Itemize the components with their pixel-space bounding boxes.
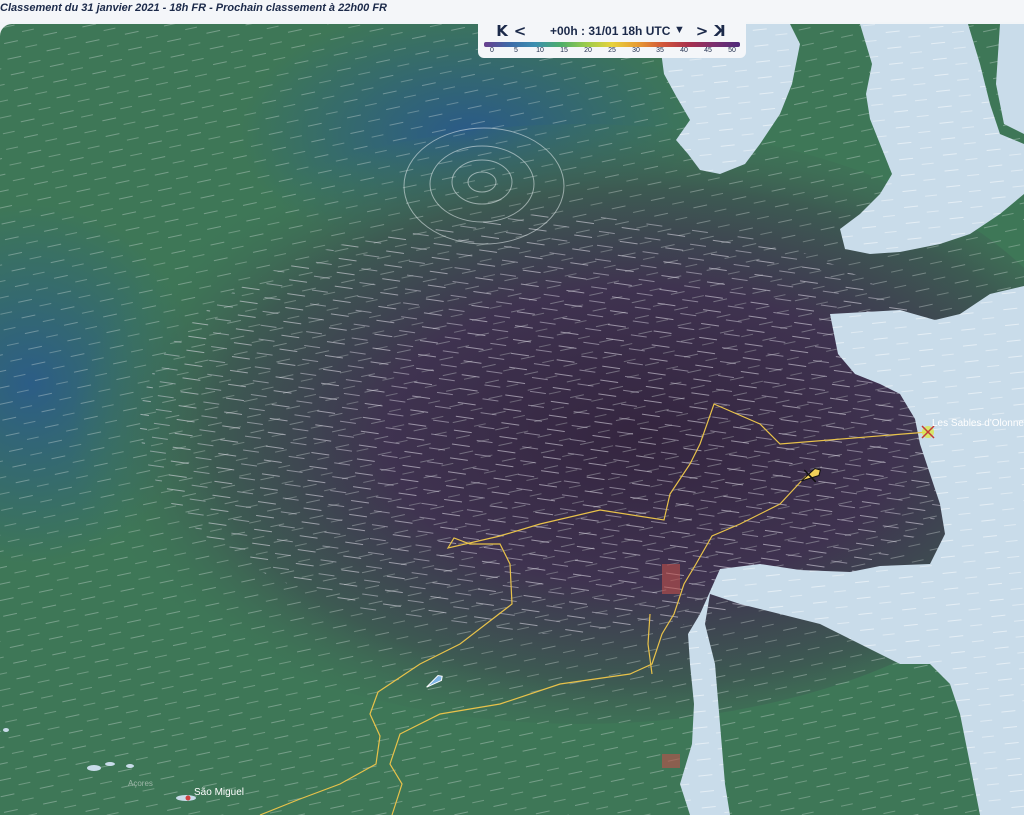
wind-map[interactable]: Les Sables d'Olonne São Miguel Açores	[0, 24, 1024, 815]
next-icon: >	[695, 22, 709, 40]
wind-scale-tick: 0	[490, 47, 494, 54]
previous-icon: <	[513, 22, 527, 40]
les-sables-label: Les Sables d'Olonne	[932, 418, 1024, 429]
skip-last-icon: K	[714, 22, 726, 40]
wind-scale-tick: 35	[656, 47, 664, 54]
timeline-control: K < +00h : 31/01 18h UTC ▼ > K 0 5 10 15 20 2…	[478, 22, 746, 58]
top-bar: Classement du 31 janvier 2021 - 18h FR -…	[0, 0, 1024, 22]
exclusion-zone-south	[662, 754, 680, 768]
ranking-info-text: Classement du 31 janvier 2021 - 18h FR -…	[0, 2, 387, 14]
next-button[interactable]: >	[694, 22, 710, 40]
wind-scale-tick: 20	[584, 47, 592, 54]
wind-scale-tick: 45	[704, 47, 712, 54]
skip-first-icon: K	[496, 22, 508, 40]
wind-scale-tick: 30	[632, 47, 640, 54]
sao-miguel-marker	[185, 795, 191, 801]
wind-scale-tick: 10	[536, 47, 544, 54]
wind-scale-tick: 40	[680, 47, 688, 54]
caret-down-icon[interactable]: ▼	[674, 24, 685, 36]
sao-miguel-label: São Miguel	[194, 787, 245, 798]
wind-particles-strong	[140, 214, 980, 634]
wind-scale-labels: 0 5 10 15 20 25 30 35 40 45 50	[484, 47, 740, 57]
exclusion-zone-north	[662, 564, 680, 594]
acores-label: Açores	[128, 779, 153, 788]
skip-last-button[interactable]: K	[712, 22, 728, 40]
wind-scale-tick: 15	[560, 47, 568, 54]
wind-scale-tick: 50	[728, 47, 736, 54]
time-label[interactable]: +00h : 31/01 18h UTC	[550, 24, 670, 38]
wind-map-canvas[interactable]	[0, 24, 1024, 815]
wind-scale-tick: 25	[608, 47, 616, 54]
previous-button[interactable]: <	[512, 22, 528, 40]
skip-first-button[interactable]: K	[494, 22, 510, 40]
wind-scale-tick: 5	[514, 47, 518, 54]
